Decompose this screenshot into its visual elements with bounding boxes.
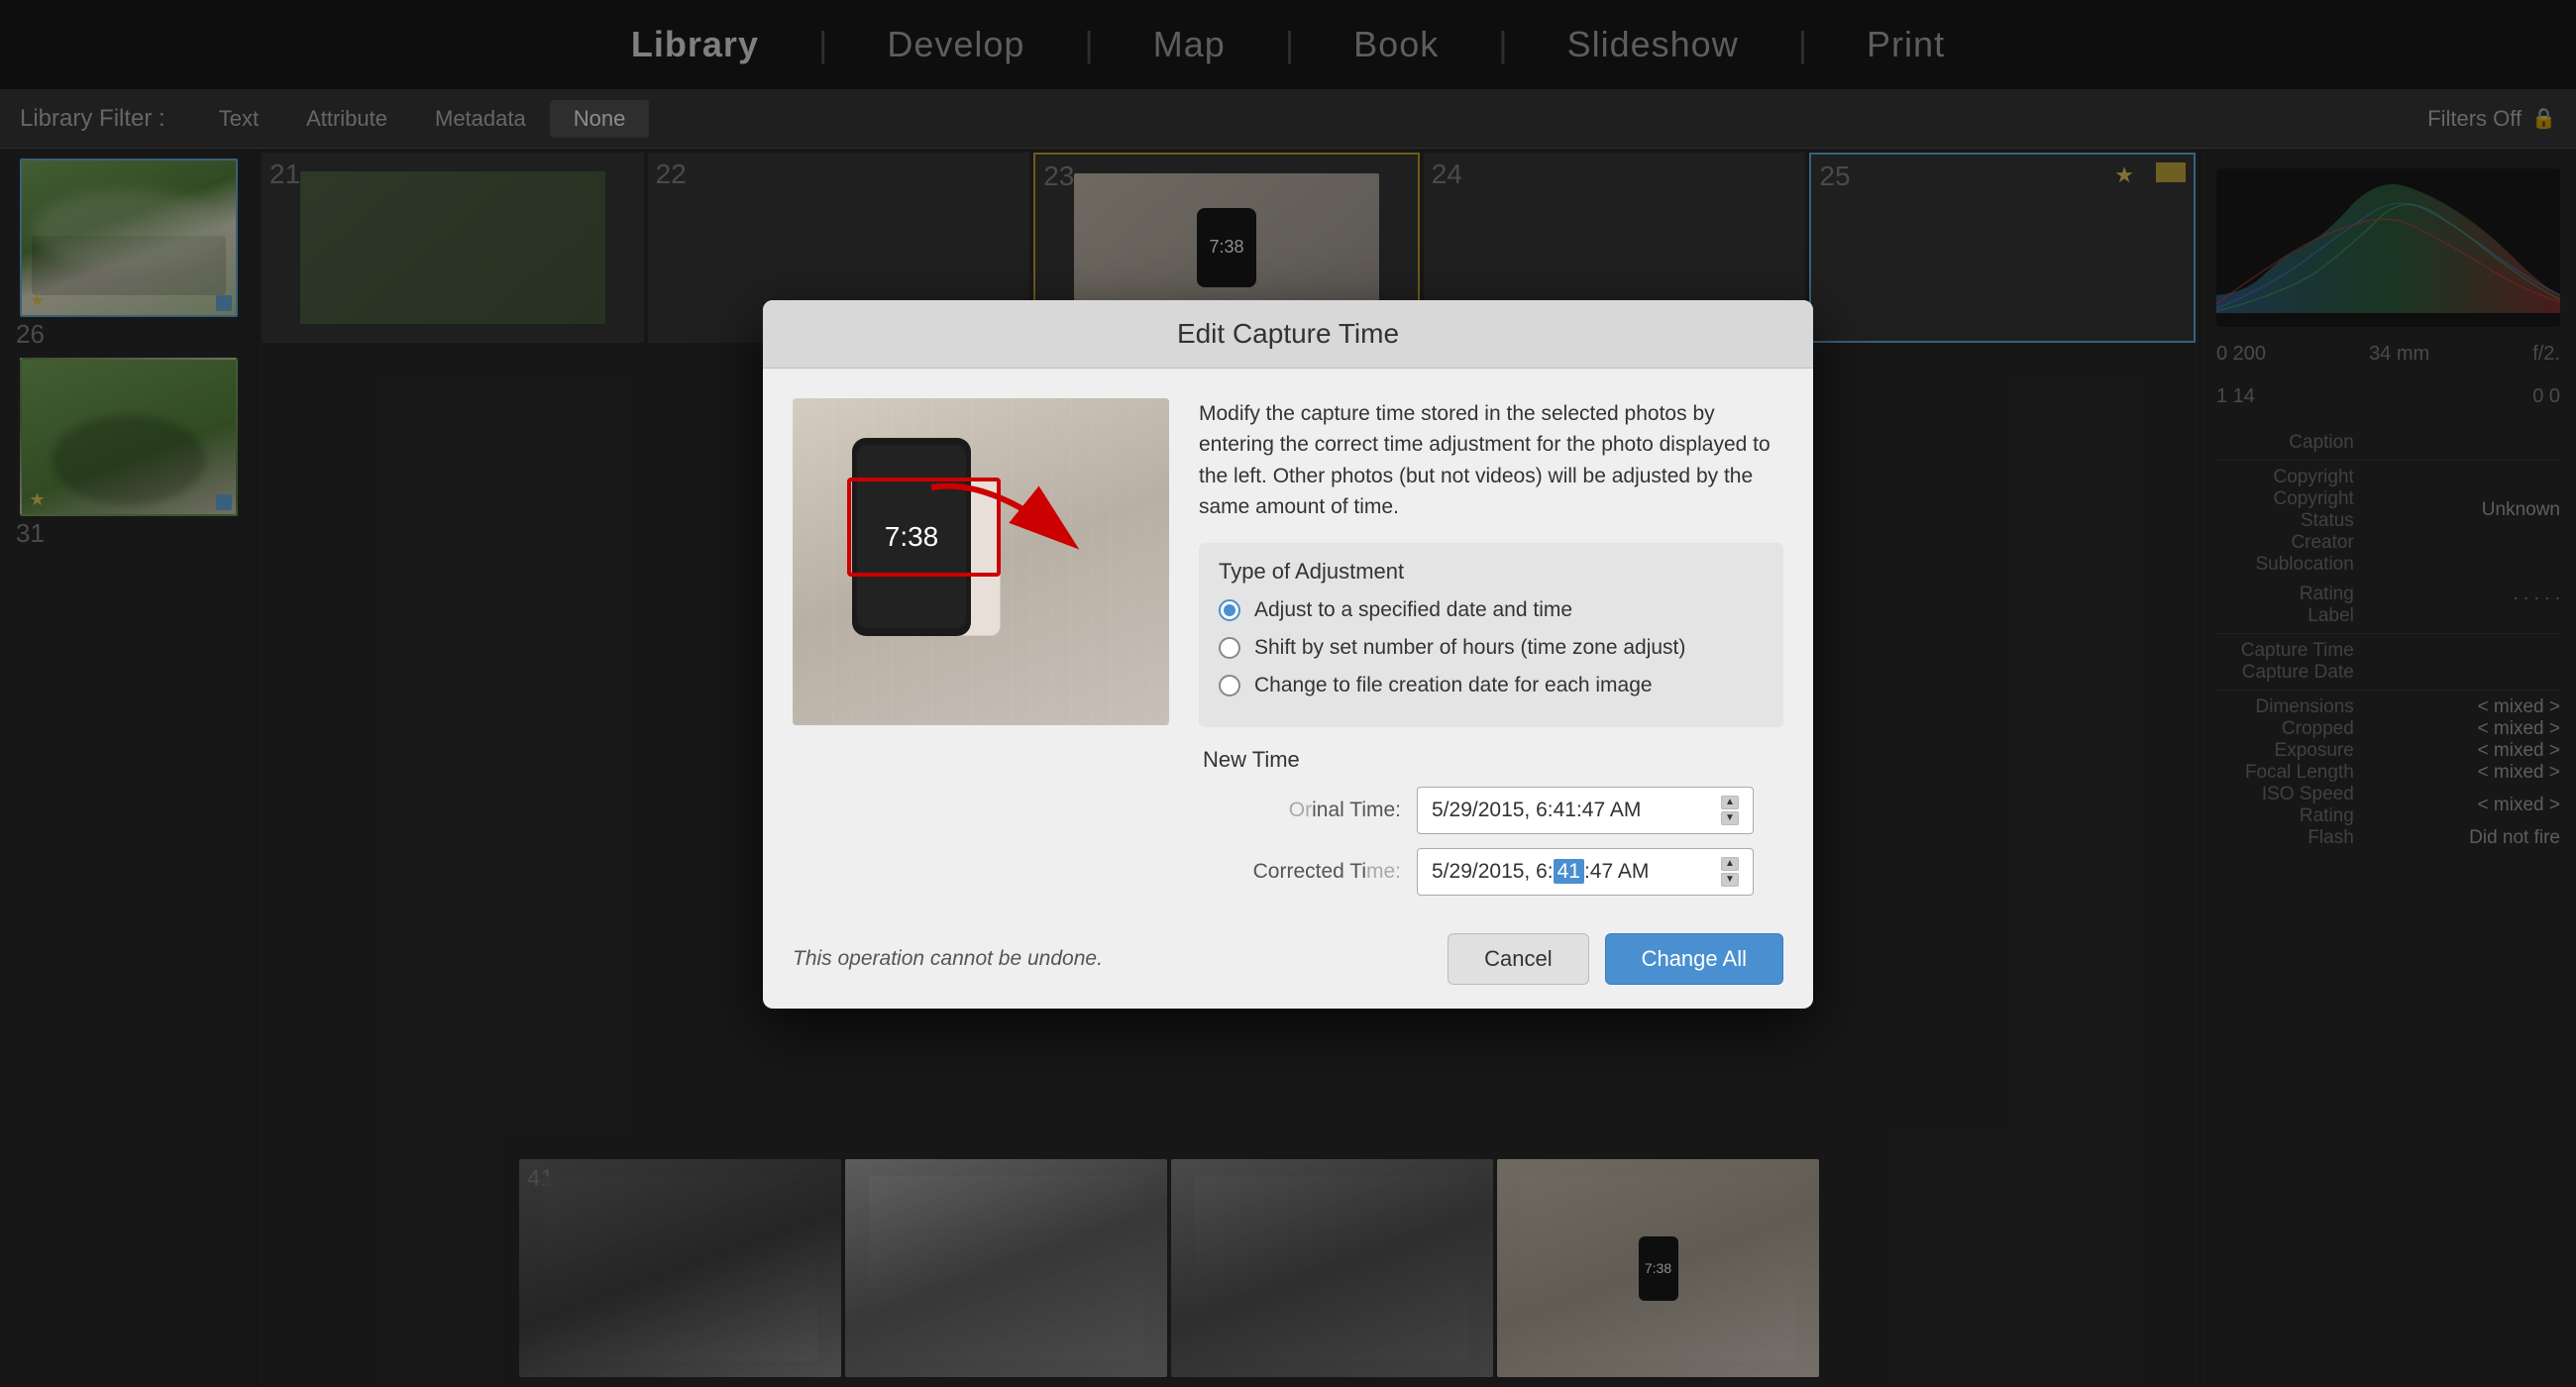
corrected-time-value: 5/29/2015, 6:41:47 AM xyxy=(1432,860,1649,884)
corrected-time-spinner[interactable]: ▲ ▼ xyxy=(1721,857,1739,887)
footer-warning-text: This operation cannot be undone. xyxy=(793,947,1103,971)
adjustment-section-title: Type of Adjustment xyxy=(1219,559,1764,585)
original-time-row: Orinal Time: 5/29/2015, 6:41:47 AM ▲ ▼ xyxy=(1203,787,1779,834)
radio-1-inner xyxy=(1224,604,1235,616)
original-time-spinner[interactable]: ▲ ▼ xyxy=(1721,796,1739,825)
modal-overlay: Edit Capture Time 7:38 xyxy=(0,0,2576,1387)
dialog-controls: Modify the capture time stored in the se… xyxy=(1199,398,1783,909)
corrected-time-highlight: 41 xyxy=(1554,859,1584,884)
radio-3-circle[interactable] xyxy=(1219,675,1240,696)
change-all-button[interactable]: Change All xyxy=(1605,933,1783,985)
cancel-button[interactable]: Cancel xyxy=(1448,933,1588,985)
radio-option-2[interactable]: Shift by set number of hours (time zone … xyxy=(1219,636,1764,660)
original-time-input[interactable]: 5/29/2015, 6:41:47 AM ▲ ▼ xyxy=(1417,787,1754,834)
corrected-time-label: Corrected Time: xyxy=(1203,860,1401,884)
spinner-down-1[interactable]: ▼ xyxy=(1721,811,1739,825)
corrected-time-input[interactable]: 5/29/2015, 6:41:47 AM ▲ ▼ xyxy=(1417,848,1754,896)
dialog-title-bar: Edit Capture Time xyxy=(763,300,1813,369)
spinner-up-2[interactable]: ▲ xyxy=(1721,857,1739,871)
radio-option-3[interactable]: Change to file creation date for each im… xyxy=(1219,674,1764,697)
red-highlight-box xyxy=(847,478,1001,577)
adjustment-type-section: Type of Adjustment Adjust to a specified… xyxy=(1199,543,1783,727)
radio-1-circle[interactable] xyxy=(1219,599,1240,621)
dialog-photo-area: 7:38 xyxy=(793,398,1169,909)
dialog-description: Modify the capture time stored in the se… xyxy=(1199,398,1783,523)
original-time-value: 5/29/2015, 6:41:47 AM xyxy=(1432,799,1641,822)
radio-2-circle[interactable] xyxy=(1219,637,1240,659)
edit-capture-time-dialog: Edit Capture Time 7:38 xyxy=(763,300,1813,1009)
spinner-up-1[interactable]: ▲ xyxy=(1721,796,1739,809)
spinner-down-2[interactable]: ▼ xyxy=(1721,873,1739,887)
new-time-label: New Time xyxy=(1203,747,1779,773)
photo-background: 7:38 xyxy=(793,398,1169,725)
radio-option-1[interactable]: Adjust to a specified date and time xyxy=(1219,598,1764,622)
dialog-footer: This operation cannot be undone. Cancel … xyxy=(763,909,1813,1009)
corrected-time-row: Corrected Time: 5/29/2015, 6:41:47 AM ▲ … xyxy=(1203,848,1779,896)
dialog-photo-preview: 7:38 xyxy=(793,398,1169,725)
original-time-label: Orinal Time: xyxy=(1203,799,1401,822)
radio-3-label: Change to file creation date for each im… xyxy=(1254,674,1653,697)
new-time-section: New Time Orinal Time: 5/29/2015, 6:41:47… xyxy=(1199,747,1783,909)
radio-1-label: Adjust to a specified date and time xyxy=(1254,598,1572,622)
radio-2-label: Shift by set number of hours (time zone … xyxy=(1254,636,1685,660)
footer-buttons: Cancel Change All xyxy=(1448,933,1783,985)
dialog-body: 7:38 xyxy=(763,369,1813,909)
dialog-title: Edit Capture Time xyxy=(1177,318,1399,349)
